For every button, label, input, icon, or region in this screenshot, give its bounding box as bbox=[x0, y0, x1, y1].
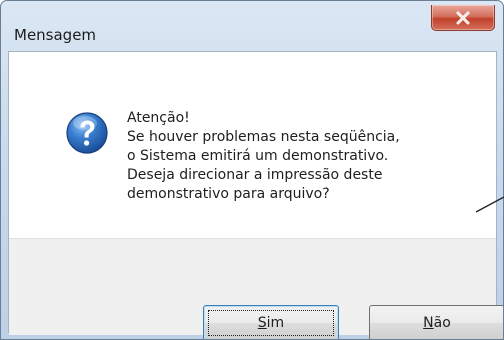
message-line: Deseja direcionar a impressão deste bbox=[127, 167, 383, 183]
question-icon bbox=[65, 111, 109, 155]
message-line: Se houver problemas nesta seqüência, bbox=[127, 129, 400, 145]
message-line: Atenção! bbox=[127, 110, 190, 126]
close-icon bbox=[432, 5, 494, 30]
no-button[interactable]: Não bbox=[369, 305, 503, 339]
window-title: Mensagem bbox=[14, 26, 97, 44]
title-bar[interactable]: Mensagem bbox=[1, 1, 503, 51]
yes-button-label: Sim bbox=[257, 315, 285, 331]
button-bar: Sim Não bbox=[9, 238, 503, 339]
no-button-label: Não bbox=[423, 315, 451, 331]
message-dialog: Mensagem Atenção! Se houver problemas ne… bbox=[0, 0, 504, 340]
yes-button[interactable]: Sim bbox=[203, 305, 339, 339]
dialog-body: Atenção! Se houver problemas nesta seqüê… bbox=[8, 51, 503, 339]
message-area: Atenção! Se houver problemas nesta seqüê… bbox=[9, 52, 496, 238]
message-line: demonstrativo para arquivo? bbox=[127, 186, 330, 202]
close-button[interactable] bbox=[431, 5, 495, 31]
message-text: Atenção! Se houver problemas nesta seqüê… bbox=[127, 109, 400, 204]
message-line: o Sistema emitirá um demonstrativo. bbox=[127, 148, 389, 164]
